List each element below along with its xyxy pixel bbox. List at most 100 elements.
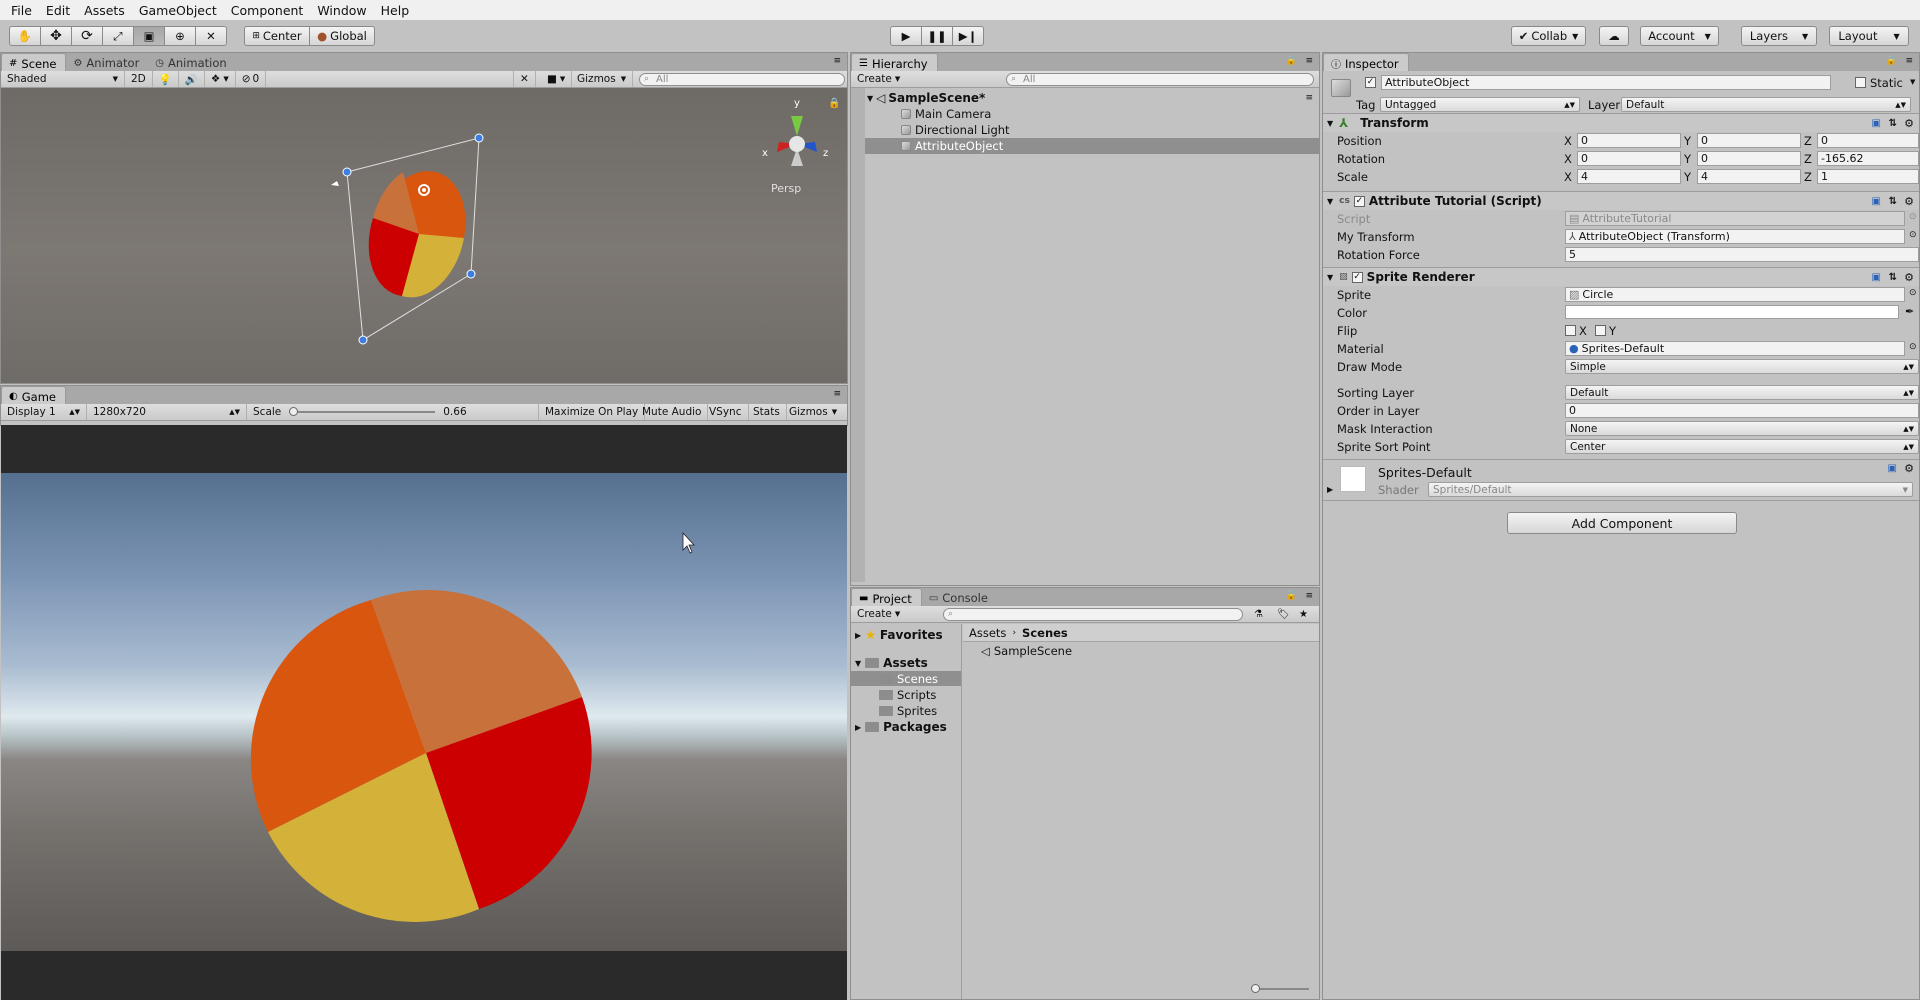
- scene-viewport[interactable]: y x z Persp 🔒: [1, 88, 847, 383]
- cloud-button[interactable]: ☁: [1599, 26, 1629, 46]
- packages-row[interactable]: ▶ Packages: [855, 720, 947, 734]
- script-component-header[interactable]: ▼ cs ✓ Attribute Tutorial (Script) ▣ ⇅ ⚙: [1323, 191, 1919, 210]
- effects-dropdown[interactable]: ❖ ▼: [205, 71, 236, 87]
- dropdown-arrow-icon[interactable]: ▼: [1910, 78, 1915, 86]
- rotate-tool-button[interactable]: ⟳: [71, 26, 103, 46]
- lock-icon[interactable]: 🔒: [1886, 56, 1897, 66]
- favorite-star-icon[interactable]: ★: [1299, 609, 1308, 620]
- tag-dropdown[interactable]: Untagged ▲▼: [1380, 97, 1580, 112]
- project-zoom-slider[interactable]: [1251, 984, 1309, 993]
- hierarchy-scene-row[interactable]: ▼ ◁ SampleScene* ≡: [851, 90, 1319, 106]
- game-viewport[interactable]: [1, 425, 847, 1000]
- rect-handle[interactable]: [466, 269, 476, 279]
- tab-animation[interactable]: ◷ Animation: [148, 53, 235, 71]
- menu-gameobject[interactable]: GameObject: [132, 3, 224, 18]
- camera-dropdown[interactable]: ■ ▼: [541, 71, 573, 87]
- audio-toggle[interactable]: 🔊: [179, 71, 205, 87]
- scale-slider-thumb[interactable]: [289, 407, 299, 416]
- script-enabled-checkbox[interactable]: ✓: [1353, 195, 1365, 207]
- scale-tool-button[interactable]: ⤢: [102, 26, 134, 46]
- rect-handle[interactable]: [342, 167, 352, 177]
- project-file-scene[interactable]: ◁ SampleScene: [981, 644, 1072, 658]
- sprite-renderer-enabled-checkbox[interactable]: ✓: [1351, 271, 1363, 283]
- help-icon[interactable]: ▣: [1888, 463, 1897, 474]
- layer-dropdown[interactable]: Default ▲▼: [1621, 97, 1911, 112]
- collapse-arrow-icon[interactable]: ▶: [1327, 485, 1333, 494]
- hierarchy-search-input[interactable]: ⌕ All: [1006, 72, 1314, 86]
- preset-icon[interactable]: ⇅: [1889, 272, 1897, 283]
- tab-animator[interactable]: ⚙ Animator: [66, 53, 148, 71]
- draw-mode-dropdown[interactable]: Simple ▲▼: [1565, 359, 1919, 374]
- hand-tool-button[interactable]: ✋: [9, 26, 41, 46]
- resolution-dropdown[interactable]: 1280x720 ▲▼: [87, 404, 247, 420]
- rotation-y-input[interactable]: 0: [1697, 151, 1801, 166]
- breadcrumb-assets[interactable]: Assets: [969, 626, 1006, 640]
- scene-search-input[interactable]: ⌕ All: [639, 72, 845, 86]
- shading-mode-dropdown[interactable]: Shaded ▼: [1, 71, 125, 87]
- material-field[interactable]: ● Sprites-Default: [1565, 341, 1905, 356]
- expand-arrow-icon[interactable]: ▼: [1327, 197, 1333, 206]
- object-picker-icon[interactable]: ⊙: [1909, 288, 1917, 298]
- object-picker-icon[interactable]: ⊙: [1909, 342, 1917, 352]
- menu-window[interactable]: Window: [310, 3, 373, 18]
- gear-icon[interactable]: ⚙: [1904, 271, 1914, 284]
- rect-tool-button[interactable]: ▣: [133, 26, 165, 46]
- flip-y-checkbox[interactable]: [1595, 325, 1606, 336]
- layers-dropdown[interactable]: Layers ▼: [1741, 26, 1817, 46]
- menu-file[interactable]: File: [4, 3, 39, 18]
- custom-tool-button[interactable]: ✕: [195, 26, 227, 46]
- menu-assets[interactable]: Assets: [77, 3, 132, 18]
- mask-interaction-dropdown[interactable]: None ▲▼: [1565, 421, 1919, 436]
- expand-arrow-icon[interactable]: ▼: [867, 94, 873, 103]
- mute-audio-toggle[interactable]: Mute Audio: [636, 404, 709, 420]
- projection-label[interactable]: Persp: [771, 182, 801, 195]
- breadcrumb-scenes[interactable]: Scenes: [1022, 626, 1068, 640]
- scale-y-input[interactable]: 4: [1697, 169, 1801, 184]
- my-transform-field[interactable]: ⅄ AttributeObject (Transform): [1565, 229, 1905, 244]
- folder-item-scenes[interactable]: Scenes: [879, 672, 938, 686]
- help-icon[interactable]: ▣: [1872, 118, 1881, 129]
- display-dropdown[interactable]: Display 1 ▲▼: [1, 404, 87, 420]
- pivot-center-button[interactable]: ⊞ Center: [244, 26, 310, 46]
- expand-arrow-icon[interactable]: ▼: [1327, 273, 1333, 282]
- sprite-renderer-header[interactable]: ▼ ▨ ✓ Sprite Renderer ▣ ⇅ ⚙: [1323, 267, 1919, 286]
- zoom-slider-thumb[interactable]: [1251, 984, 1260, 993]
- panel-menu-icon[interactable]: ≡: [1305, 591, 1313, 601]
- help-icon[interactable]: ▣: [1872, 272, 1881, 283]
- scene-sprite[interactable]: [360, 161, 478, 307]
- panel-menu-icon[interactable]: ≡: [833, 56, 841, 66]
- lock-icon[interactable]: 🔒: [1286, 591, 1297, 601]
- preset-icon[interactable]: ⇅: [1889, 118, 1897, 129]
- collapse-arrow-icon[interactable]: ▶: [855, 631, 861, 640]
- position-y-input[interactable]: 0: [1697, 133, 1801, 148]
- order-in-layer-input[interactable]: 0: [1565, 403, 1919, 418]
- hierarchy-create-dropdown[interactable]: Create ▼: [851, 71, 907, 87]
- collapse-arrow-icon[interactable]: ▶: [855, 723, 861, 732]
- sprite-field[interactable]: ▨ Circle: [1565, 287, 1905, 302]
- preset-icon[interactable]: ⇅: [1889, 196, 1897, 207]
- tab-game[interactable]: ◐ Game: [1, 386, 66, 404]
- account-dropdown[interactable]: Account ▼: [1640, 26, 1719, 46]
- hierarchy-item-main-camera[interactable]: Main Camera: [901, 107, 991, 121]
- tab-hierarchy[interactable]: ☰ Hierarchy: [851, 53, 938, 71]
- lock-icon[interactable]: 🔒: [828, 97, 840, 109]
- rect-handle[interactable]: [358, 335, 368, 345]
- scene-tools-button[interactable]: ✕: [513, 71, 536, 87]
- gear-icon[interactable]: ⚙: [1904, 195, 1914, 208]
- filter-label-icon[interactable]: 🏷: [1277, 609, 1290, 620]
- expand-arrow-icon[interactable]: ▼: [855, 659, 861, 668]
- rotation-x-input[interactable]: 0: [1577, 151, 1681, 166]
- game-gizmos-dropdown[interactable]: Gizmos ▼: [783, 404, 843, 420]
- 2d-toggle[interactable]: 2D: [125, 71, 153, 87]
- filter-type-icon[interactable]: ⚗: [1254, 609, 1263, 620]
- scene-orientation-gizmo[interactable]: y x z: [762, 98, 828, 166]
- folder-item-scripts[interactable]: Scripts: [879, 688, 936, 702]
- tab-console[interactable]: ▭ Console: [922, 588, 997, 606]
- tab-project[interactable]: ▬ Project: [851, 588, 922, 606]
- scale-x-input[interactable]: 4: [1577, 169, 1681, 184]
- rotation-force-input[interactable]: 5: [1565, 247, 1919, 262]
- global-button[interactable]: ● Global: [309, 26, 375, 46]
- gear-icon[interactable]: ⚙: [1904, 117, 1914, 130]
- hierarchy-item-directional-light[interactable]: Directional Light: [901, 123, 1010, 137]
- rotation-z-input[interactable]: -165.62: [1817, 151, 1919, 166]
